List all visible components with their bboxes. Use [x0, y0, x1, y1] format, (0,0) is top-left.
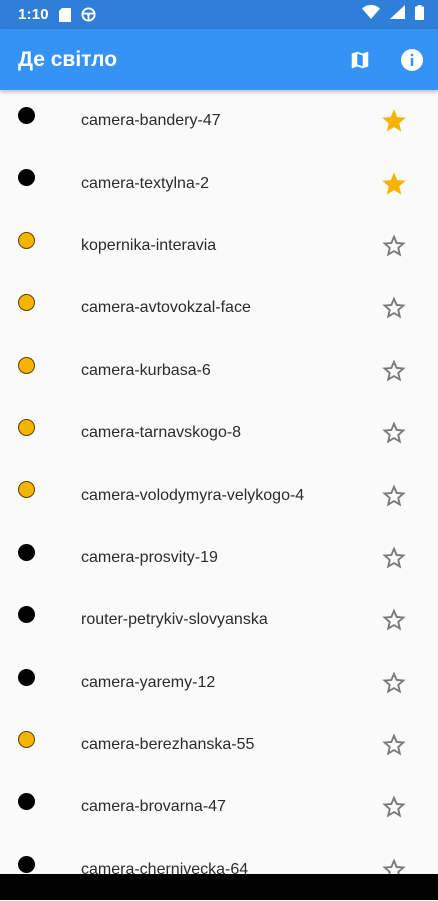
star-outline-icon[interactable] — [380, 793, 408, 821]
status-dot-icon — [18, 294, 35, 312]
status-bar: 1:10 — [0, 0, 438, 29]
list-item[interactable]: camera-kurbasa-6 — [0, 340, 438, 402]
status-time: 1:10 — [18, 6, 49, 23]
status-dot-icon — [18, 606, 35, 624]
list-item-label: camera-volodymyra-velykogo-4 — [81, 486, 305, 504]
map-icon — [351, 51, 369, 68]
star-outline-icon[interactable] — [380, 294, 408, 322]
list-item-label: camera-bandery-47 — [81, 112, 221, 130]
app-bar: Де світло — [0, 29, 438, 90]
list-item[interactable]: camera-bandery-47 — [0, 90, 438, 152]
signal-icon — [390, 5, 405, 24]
list-item[interactable]: camera-yaremy-12 — [0, 652, 438, 714]
list-item-label: camera-berezhanska-55 — [81, 736, 255, 754]
list-item-label: kopernika-interavia — [81, 236, 217, 254]
status-dot-icon — [18, 356, 35, 374]
list-item[interactable]: camera-volodymyra-velykogo-4 — [0, 464, 438, 526]
navigation-bar — [0, 874, 438, 900]
list-item[interactable]: camera-tarnavskogo-8 — [0, 402, 438, 464]
star-outline-icon[interactable] — [380, 544, 408, 572]
list-item-label: camera-textylna-2 — [81, 174, 210, 192]
star-outline-icon[interactable] — [380, 731, 408, 759]
list-item-label: router-petrykiv-slovyanska — [81, 611, 268, 629]
star-outline-icon[interactable] — [380, 482, 408, 510]
status-dot-icon — [18, 730, 35, 748]
map-button[interactable] — [334, 29, 386, 90]
list-item[interactable]: router-petrykiv-slovyanska — [0, 589, 438, 651]
steering-wheel-icon — [81, 7, 96, 22]
list-item-label: camera-brovarna-47 — [81, 798, 226, 816]
star-outline-icon[interactable] — [380, 232, 408, 260]
list-item-label: camera-avtovokzal-face — [81, 299, 251, 317]
list-item-label: camera-tarnavskogo-8 — [81, 424, 242, 442]
status-dot-icon — [18, 855, 35, 873]
status-dot-icon — [18, 231, 35, 249]
list-item-label: camera-prosvity-19 — [81, 548, 218, 566]
status-dot-icon — [18, 668, 35, 686]
status-dot-icon — [18, 481, 35, 499]
star-filled-icon[interactable] — [380, 107, 408, 135]
list-item[interactable]: camera-avtovokzal-face — [0, 277, 438, 339]
list-item[interactable]: camera-prosvity-19 — [0, 527, 438, 589]
status-dot-icon — [18, 418, 35, 436]
status-dot-icon — [18, 169, 35, 187]
status-dot-icon — [18, 107, 35, 124]
list-item[interactable]: camera-berezhanska-55 — [0, 714, 438, 776]
star-outline-icon[interactable] — [380, 419, 408, 447]
location-list: camera-bandery-47 camera-textylna-2 kopern… — [0, 90, 438, 901]
battery-icon — [415, 4, 424, 25]
wifi-icon — [362, 5, 380, 24]
list-item[interactable]: camera-textylna-2 — [0, 152, 438, 214]
list-item[interactable]: kopernika-interavia — [0, 215, 438, 277]
star-filled-icon[interactable] — [380, 170, 408, 198]
list-item-label: camera-kurbasa-6 — [81, 361, 211, 379]
list-item[interactable]: camera-brovarna-47 — [0, 776, 438, 838]
star-outline-icon[interactable] — [380, 357, 408, 385]
sd-card-icon — [58, 7, 71, 22]
star-outline-icon[interactable] — [380, 606, 408, 634]
status-dot-icon — [18, 543, 35, 561]
star-outline-icon[interactable] — [380, 669, 408, 697]
info-button[interactable] — [386, 29, 438, 90]
app-title: Де світло — [18, 47, 118, 71]
list-item-label: camera-yaremy-12 — [81, 673, 216, 691]
status-dot-icon — [18, 793, 35, 811]
info-icon — [401, 48, 423, 71]
